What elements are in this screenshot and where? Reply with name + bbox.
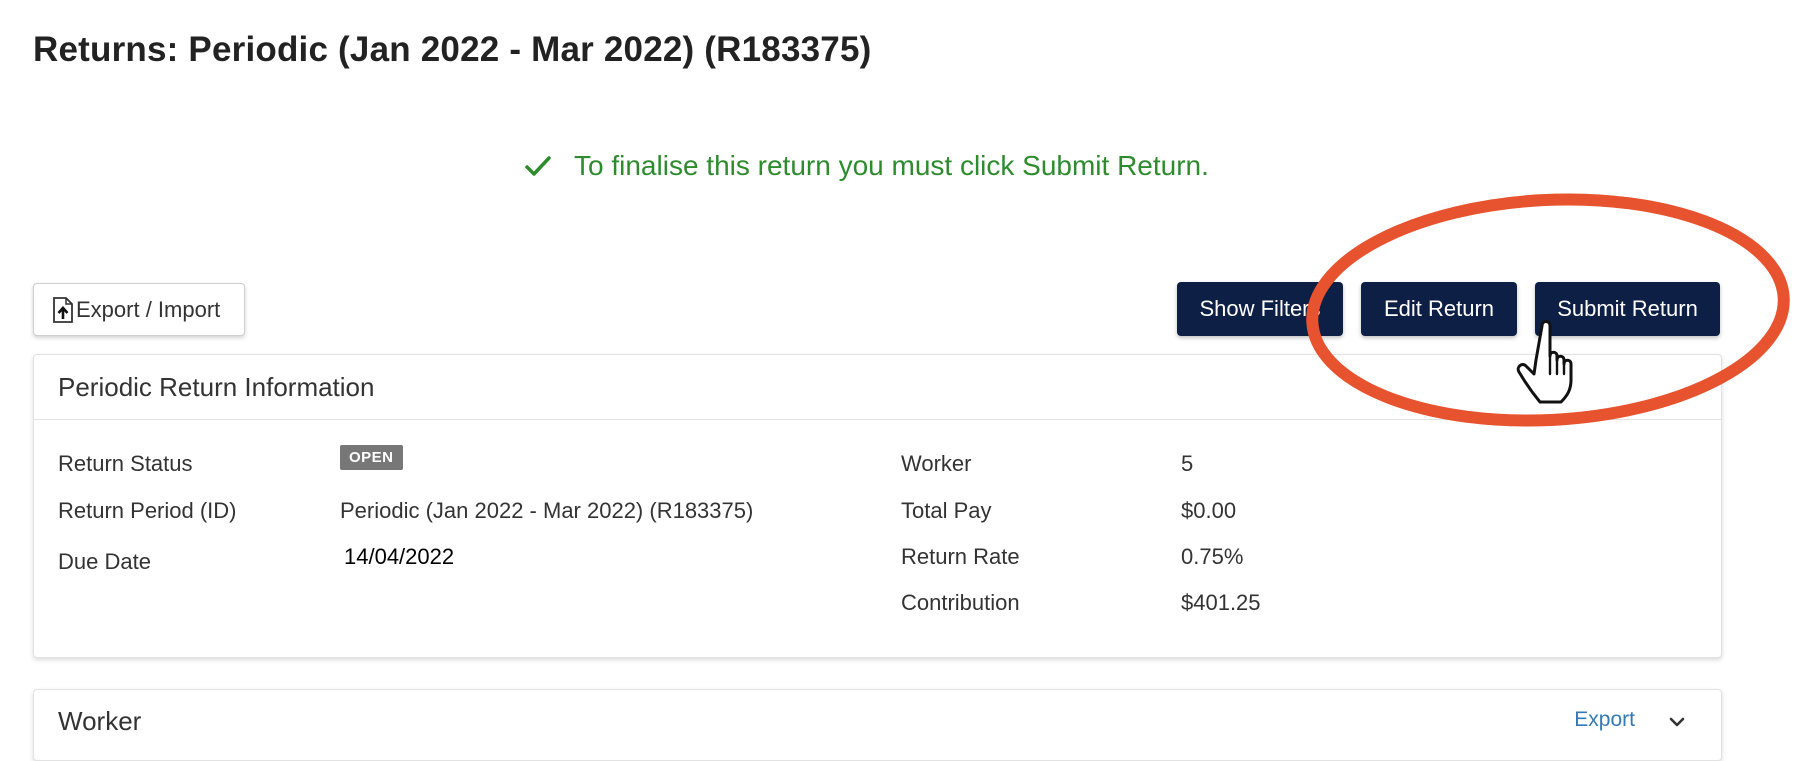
return-rate-label: Return Rate xyxy=(901,544,1020,569)
show-filters-button[interactable]: Show Filters xyxy=(1177,282,1343,336)
page-title: Returns: Periodic (Jan 2022 - Mar 2022) … xyxy=(33,30,872,69)
periodic-return-info-card: Periodic Return Information Return Statu… xyxy=(33,354,1722,658)
export-import-button[interactable]: Export / Import xyxy=(33,283,245,336)
return-rate-value: 0.75% xyxy=(1181,544,1244,569)
submit-return-button[interactable]: Submit Return xyxy=(1535,282,1720,336)
return-period-label: Return Period (ID) xyxy=(58,498,237,523)
chevron-down-icon[interactable] xyxy=(1669,716,1685,728)
return-period-value: Periodic (Jan 2022 - Mar 2022) (R183375) xyxy=(340,498,754,523)
worker-label: Worker xyxy=(901,451,972,476)
worker-export-link[interactable]: Export xyxy=(1574,708,1635,732)
worker-card-title: Worker xyxy=(58,706,142,736)
worker-value: 5 xyxy=(1181,451,1194,476)
return-status-label: Return Status xyxy=(58,451,193,476)
success-notice: To finalise this return you must click S… xyxy=(524,150,1209,182)
worker-card: Worker Export xyxy=(33,689,1722,761)
info-card-title: Periodic Return Information xyxy=(34,355,1721,420)
check-icon xyxy=(525,156,551,176)
due-date-value: 14/04/2022 xyxy=(344,544,455,569)
total-pay-value: $0.00 xyxy=(1181,498,1237,523)
status-badge: OPEN xyxy=(340,445,403,470)
file-upload-icon xyxy=(53,296,73,323)
due-date-label: Due Date xyxy=(58,549,151,574)
notice-text: To finalise this return you must click S… xyxy=(574,150,1209,181)
export-import-label: Export / Import xyxy=(76,296,221,322)
contribution-value: $401.25 xyxy=(1181,590,1261,615)
contribution-label: Contribution xyxy=(901,590,1020,615)
total-pay-label: Total Pay xyxy=(901,498,992,523)
edit-return-button[interactable]: Edit Return xyxy=(1361,282,1517,336)
